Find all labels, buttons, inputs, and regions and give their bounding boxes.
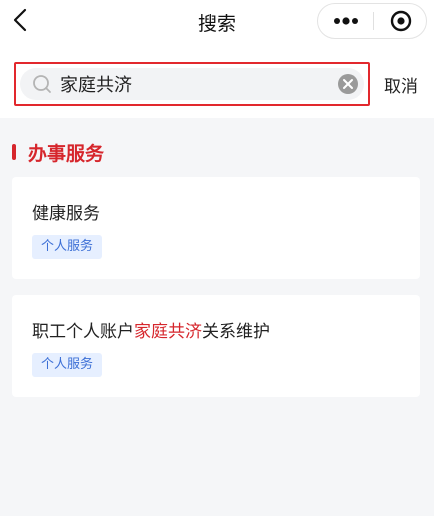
close-mini-program-button[interactable] (374, 4, 427, 38)
category-tag: 个人服务 (32, 353, 103, 377)
result-title-text: 健康服务 (32, 204, 100, 224)
mini-program-capsule (317, 3, 427, 39)
result-title-text-after: 关系维护 (202, 322, 270, 342)
target-circle-icon (390, 10, 411, 32)
section-accent-bar (12, 144, 16, 160)
search-icon (33, 75, 51, 93)
more-dots-icon (333, 17, 358, 25)
section-title: 办事服务 (28, 142, 105, 165)
search-box[interactable] (20, 68, 364, 100)
category-tag: 个人服务 (32, 235, 103, 259)
search-input[interactable] (60, 71, 300, 97)
search-highlight-outline (14, 62, 370, 106)
result-title-highlight: 家庭共济 (134, 322, 202, 342)
result-title: 职工个人账户家庭共济关系维护 (32, 317, 270, 342)
clear-icon[interactable] (337, 73, 359, 95)
more-button[interactable] (318, 4, 373, 38)
section-header: 办事服务 (12, 140, 105, 165)
result-title: 健康服务 (32, 199, 100, 224)
result-card[interactable]: 健康服务 个人服务 (12, 177, 420, 279)
result-title-text: 职工个人账户 (32, 322, 134, 342)
navigation-bar: 搜索 (0, 0, 434, 42)
result-card[interactable]: 职工个人账户家庭共济关系维护 个人服务 (12, 295, 420, 397)
cancel-button[interactable]: 取消 (384, 72, 418, 97)
search-bar-area: 取消 (0, 42, 434, 118)
